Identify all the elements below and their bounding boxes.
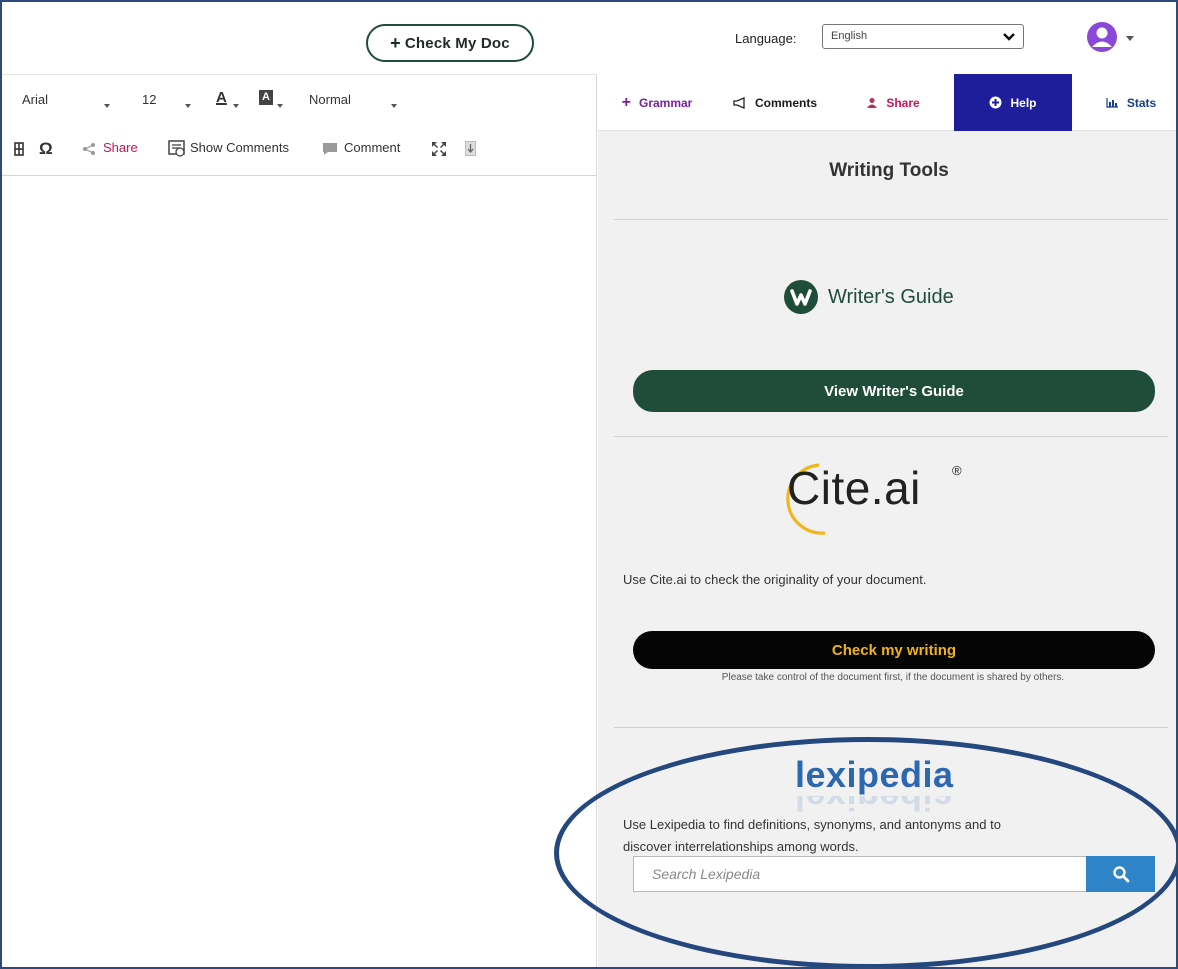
megaphone-icon <box>733 96 745 109</box>
tab-comments[interactable]: Comments <box>716 74 834 131</box>
table-icon[interactable] <box>14 142 24 156</box>
tab-share-label: Share <box>886 95 920 110</box>
font-size-select[interactable]: 12 <box>142 92 156 107</box>
divider <box>614 727 1168 728</box>
app-window: + Check My Doc Language: English Arial 1… <box>0 0 1178 969</box>
cite-ai-logo: Cite.ai ® <box>781 459 1001 539</box>
font-family-caret-icon[interactable] <box>104 97 110 112</box>
lexipedia-logo: lexipedia <box>795 754 954 795</box>
check-my-doc-label: Check My Doc <box>404 34 510 52</box>
view-writers-guide-button[interactable]: View Writer's Guide <box>633 370 1155 412</box>
cite-description: Use Cite.ai to check the originality of … <box>623 572 927 587</box>
bar-chart-icon <box>1106 98 1118 108</box>
tab-stats-label: Stats <box>1126 95 1157 110</box>
writing-tools-panel: + Grammar Comments Share Help Stats Writ… <box>598 74 1176 967</box>
plus-circle-icon <box>989 96 1002 109</box>
text-color-caret-icon[interactable] <box>233 97 239 112</box>
font-size-caret-icon[interactable] <box>185 97 191 112</box>
document-editor[interactable]: Arial 12 A A Normal Ω Share Show Comment… <box>2 74 597 967</box>
tab-grammar[interactable]: + Grammar <box>598 74 716 131</box>
text-color-icon[interactable]: A <box>216 89 227 106</box>
top-bar: + Check My Doc Language: English <box>2 2 1176 74</box>
check-my-doc-button[interactable]: + Check My Doc <box>366 24 534 62</box>
cite-note: Please take control of the document firs… <box>721 672 1065 683</box>
comment-button[interactable]: Comment <box>344 140 400 155</box>
panel-title: Writing Tools <box>829 160 949 181</box>
lexipedia-description-line-2: discover interrelationships among words. <box>623 839 859 854</box>
language-value: English <box>831 30 868 42</box>
check-my-writing-button[interactable]: Check my writing <box>633 631 1155 669</box>
tab-share[interactable]: Share <box>834 74 952 131</box>
toolbar-row-2: Ω Share Show Comments Comment <box>2 126 597 176</box>
chevron-down-icon <box>1003 33 1015 41</box>
writers-guide-title: Writer's Guide <box>828 286 954 308</box>
users-icon <box>867 97 878 108</box>
tab-grammar-label: Grammar <box>638 95 693 110</box>
fullscreen-icon[interactable] <box>430 140 448 158</box>
plus-icon: + <box>390 32 401 53</box>
lexipedia-description-line-1: Use Lexipedia to find definitions, synon… <box>623 817 1001 832</box>
tab-comments-label: Comments <box>754 95 817 110</box>
language-label: Language: <box>735 31 797 46</box>
lexipedia-description: Use Lexipedia to find definitions, synon… <box>623 814 1001 858</box>
comment-icon[interactable] <box>322 142 338 156</box>
divider <box>614 219 1168 220</box>
share-icon[interactable] <box>82 142 96 156</box>
download-icon[interactable] <box>465 141 476 156</box>
share-button[interactable]: Share <box>103 140 138 155</box>
user-avatar-icon[interactable] <box>1087 22 1117 52</box>
show-comments-button[interactable]: Show Comments <box>190 140 289 155</box>
toolbar-row-1: Arial 12 A A Normal <box>2 74 597 126</box>
writers-guide-logo-icon <box>784 280 818 314</box>
tab-help-label: Help <box>1010 95 1037 110</box>
cite-ai-logo-text: Cite.ai <box>787 462 921 514</box>
divider <box>614 436 1168 437</box>
lexipedia-search-button[interactable] <box>1086 856 1155 892</box>
language-select[interactable]: English <box>822 24 1024 49</box>
search-icon <box>1112 866 1129 883</box>
tab-help[interactable]: Help <box>954 74 1072 131</box>
panel-tabs: + Grammar Comments Share Help Stats <box>598 74 1176 131</box>
font-family-select[interactable]: Arial <box>22 92 48 107</box>
lexipedia-search-input[interactable]: Search Lexipedia <box>633 856 1086 892</box>
paragraph-style-select[interactable]: Normal <box>309 92 351 107</box>
show-comments-icon[interactable] <box>168 140 186 158</box>
highlight-color-icon[interactable]: A <box>259 90 273 105</box>
plus-icon: + <box>621 93 631 111</box>
special-character-icon[interactable]: Ω <box>39 139 53 159</box>
avatar-dropdown-caret-icon[interactable] <box>1126 36 1134 41</box>
highlight-caret-icon[interactable] <box>277 97 283 112</box>
cite-registered-mark: ® <box>952 463 962 478</box>
paragraph-style-caret-icon[interactable] <box>391 97 397 112</box>
tab-stats[interactable]: Stats <box>1072 74 1176 131</box>
